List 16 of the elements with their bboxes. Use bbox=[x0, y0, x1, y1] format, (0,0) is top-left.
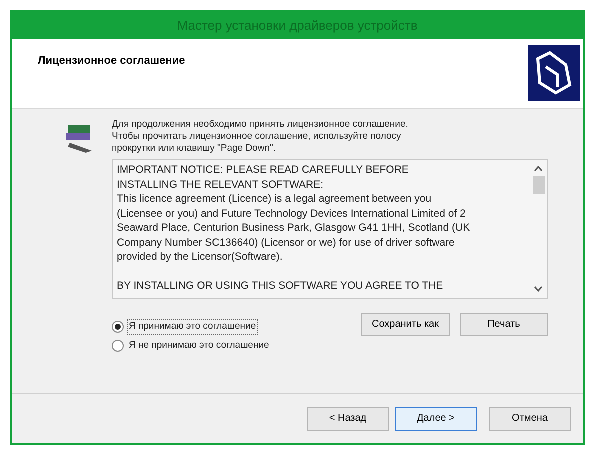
page-title: Лицензионное соглашение bbox=[38, 54, 186, 69]
dialog-button[interactable]: Печать bbox=[460, 313, 548, 336]
license-text: IMPORTANT NOTICE: PLEASE READ CAREFULLY BEFORE INSTALLING THE RELEVANT SOFTWARE: This licence agreement (Licence) is a legal agreement between you (Licensee or you) and Future Technology Devices International Limited of 2 Seaward Place, Centurion Business Park, Glasgow G41 1HH, Scotland (UK Company Number SC136640) (Licensor or we) for use of driver software provided by the Licensor(Software). bbox=[117, 163, 472, 264]
dialog-button[interactable]: Отмена bbox=[489, 406, 571, 430]
dialog-button[interactable]: Сохранить как bbox=[360, 313, 450, 336]
radio-button[interactable] bbox=[112, 340, 124, 352]
scroll-up-icon[interactable] bbox=[534, 166, 543, 172]
hardware-install-icon bbox=[528, 45, 580, 101]
scroll-thumb[interactable] bbox=[532, 176, 544, 194]
dialog-button[interactable]: < Назад bbox=[307, 406, 389, 430]
instruction-text: Для продолжения необходимо принять лицензионное соглашение. Чтобы прочитать лицензионное соглашение, используйте полосу прокрутки или клавишу "Page Down". bbox=[112, 119, 410, 155]
dialog-button[interactable]: Далее > bbox=[395, 406, 477, 430]
radio-button[interactable] bbox=[112, 321, 124, 334]
scroll-down-icon[interactable] bbox=[534, 286, 543, 292]
license-text: BY INSTALLING OR USING THIS SOFTWARE YOU AGREE TO THE bbox=[117, 279, 444, 294]
radio-option[interactable]: Я не принимаю это соглашение bbox=[112, 339, 272, 354]
